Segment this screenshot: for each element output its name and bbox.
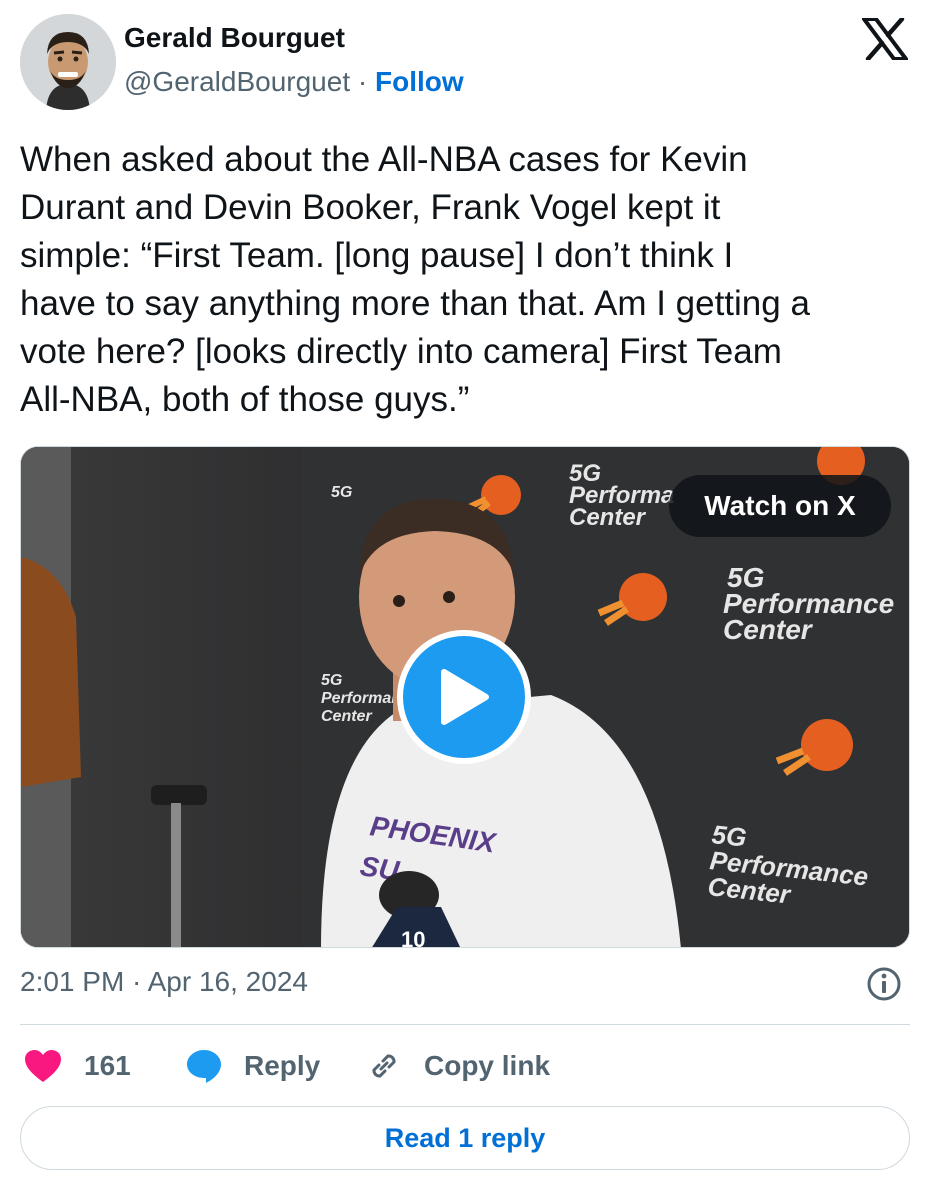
backdrop-text-10: Center — [321, 708, 372, 725]
avatar[interactable] — [20, 14, 116, 110]
link-icon — [372, 1054, 396, 1078]
backdrop-text-9: Performan — [321, 690, 401, 707]
read-replies-button[interactable]: Read 1 reply — [20, 1106, 910, 1170]
avatar-illustration — [20, 14, 116, 110]
reply-button[interactable]: Reply — [186, 1046, 320, 1086]
backdrop-text-4: Center — [569, 504, 647, 531]
copy-link-button[interactable]: Copy link — [366, 1046, 550, 1086]
author-name[interactable]: Gerald Bourguet — [124, 22, 345, 54]
info-icon[interactable] — [866, 966, 902, 1002]
copy-link-label: Copy link — [424, 1050, 551, 1081]
backdrop-text-8: 5G — [321, 672, 342, 689]
author-handle[interactable]: @GeraldBourguet — [124, 66, 350, 97]
like-count: 161 — [84, 1050, 131, 1081]
handle-separator: · — [357, 66, 368, 97]
heart-icon — [25, 1050, 61, 1082]
follow-button[interactable]: Follow — [375, 66, 464, 97]
play-button[interactable] — [397, 630, 531, 764]
play-icon — [441, 669, 489, 725]
tweet-text: When asked about the All-NBA cases for K… — [20, 140, 810, 419]
backdrop-text-1: 5G — [331, 484, 352, 501]
reply-bubble-icon — [187, 1050, 221, 1083]
x-logo-icon[interactable] — [862, 18, 908, 60]
backdrop-text-7: Center — [723, 614, 814, 645]
divider — [20, 1024, 910, 1025]
watch-on-x-button[interactable]: Watch on X — [669, 475, 891, 537]
video-player[interactable]: 5G 5G Performa Center 5G Performance Cen… — [20, 446, 910, 948]
reply-label: Reply — [244, 1050, 321, 1081]
author-handle-row: @GeraldBourguet · Follow — [124, 66, 464, 98]
like-button[interactable]: 161 — [24, 1046, 131, 1086]
mic-flag-text: 10 — [401, 927, 425, 948]
tweet-timestamp[interactable]: 2:01 PM · Apr 16, 2024 — [20, 966, 308, 998]
